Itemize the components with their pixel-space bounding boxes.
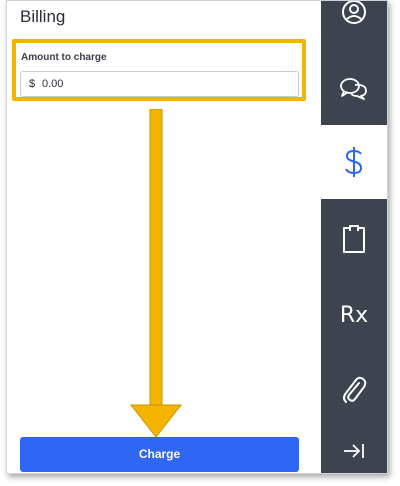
amount-input[interactable]: $ 0.00 [20,71,299,97]
sidebar-item-attachments[interactable] [321,353,387,427]
chat-icon [339,76,369,100]
collapse-icon [342,441,366,461]
sidebar-item-profile[interactable] [321,1,387,37]
currency-symbol: $ [29,78,36,90]
page-title: Billing [20,7,66,26]
rx-icon: Rx [339,303,369,328]
sidebar-item-chat[interactable] [321,55,387,121]
amount-label: Amount to charge [21,52,107,63]
billing-window: Billing Amount to charge $ 0.00 Charge R… [6,0,388,474]
clipboard-icon [341,224,367,254]
charge-button[interactable]: Charge [20,437,299,472]
billing-panel: Billing Amount to charge $ 0.00 Charge [7,1,321,473]
down-arrow-annotation [129,109,183,438]
paperclip-icon [341,375,367,405]
profile-icon [340,1,368,26]
sidebar-rail: Rx [321,1,387,473]
sidebar-item-collapse[interactable] [321,429,387,473]
dollar-icon [342,146,366,178]
sidebar-item-billing[interactable] [321,125,387,199]
sidebar-item-clipboard[interactable] [321,201,387,277]
amount-value: 0.00 [42,78,64,90]
sidebar-item-prescriptions[interactable]: Rx [321,279,387,353]
